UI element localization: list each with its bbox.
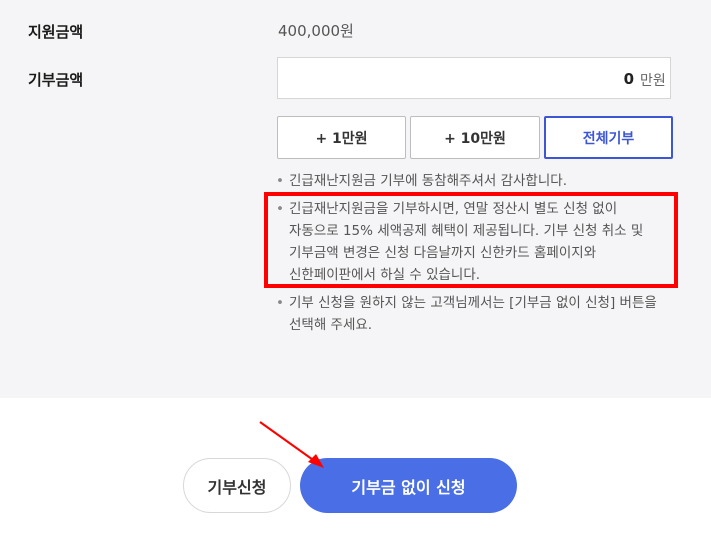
donation-amount-input[interactable]: 0 만원	[277, 57, 671, 99]
donate-all-button[interactable]: 전체기부	[544, 116, 673, 159]
add-100000-button[interactable]: + 10만원	[410, 116, 540, 159]
bullet-icon: •	[276, 295, 284, 311]
donation-panel: 지원금액 400,000원 기부금액 0 만원 + 1만원 + 10만원 전체기…	[0, 0, 711, 398]
donation-amount-unit: 만원	[640, 73, 666, 89]
donation-amount-value: 0	[623, 70, 634, 88]
support-amount-value: 400,000원	[278, 22, 354, 40]
highlight-box	[264, 192, 678, 288]
donation-amount-label: 기부금액	[28, 71, 84, 89]
bullet-icon: •	[276, 173, 284, 189]
arrow-icon	[259, 421, 324, 468]
support-amount-label: 지원금액	[28, 23, 84, 41]
add-10000-button[interactable]: + 1만원	[277, 116, 406, 159]
